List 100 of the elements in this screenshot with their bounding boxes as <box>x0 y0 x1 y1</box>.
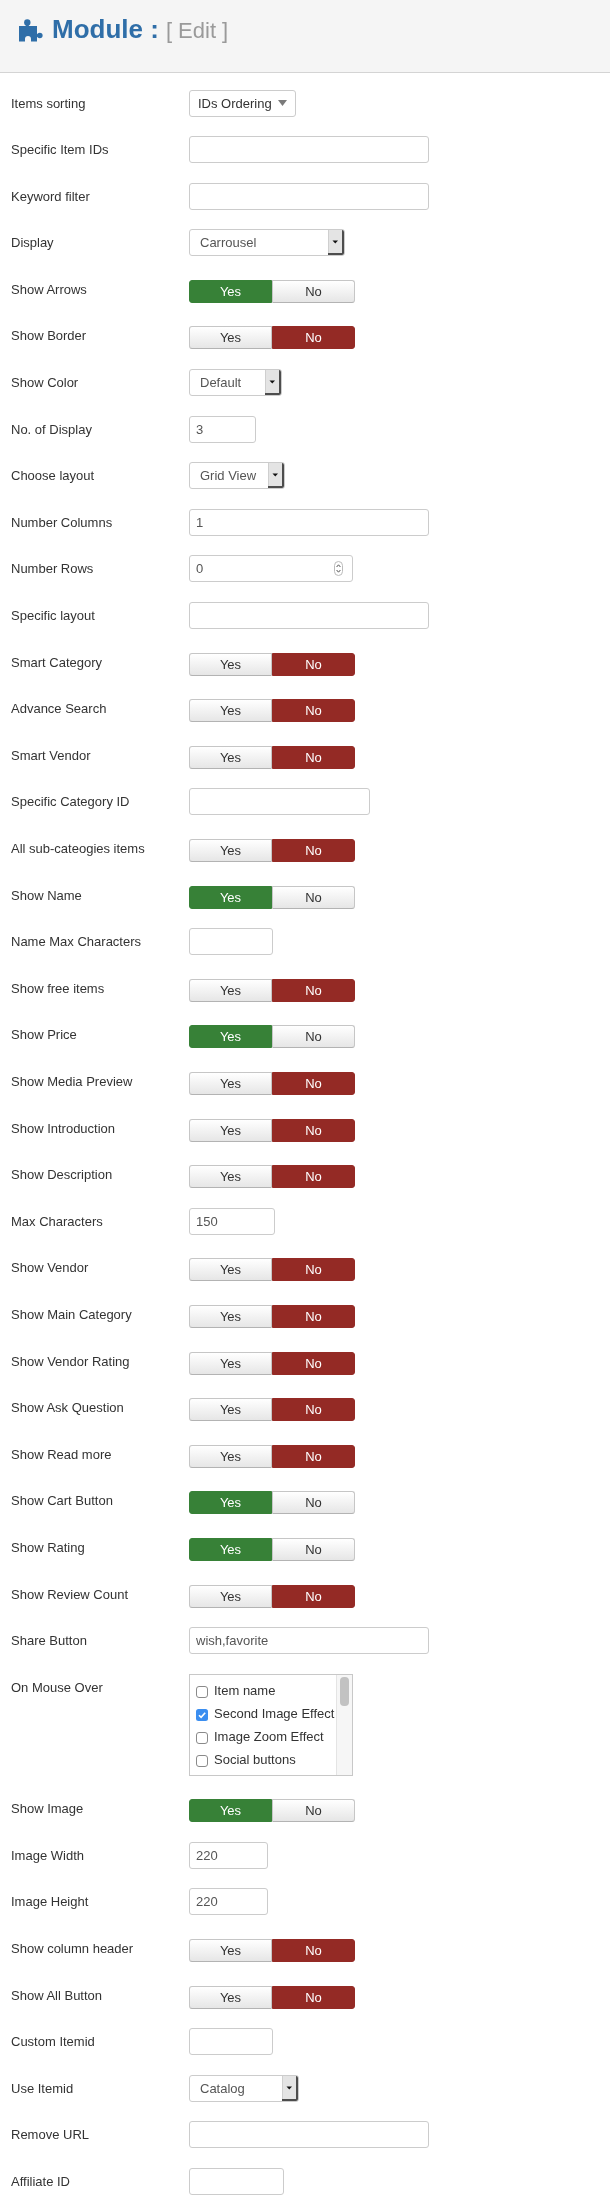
toggle-button[interactable]: Yes <box>189 699 272 723</box>
number-field[interactable]: 0 <box>189 555 353 583</box>
checkbox[interactable] <box>196 1755 208 1768</box>
toggle-button[interactable]: No <box>272 1537 355 1561</box>
select-dropdown[interactable]: Carrousel <box>189 229 345 257</box>
input-field[interactable] <box>189 928 273 956</box>
toggle-button[interactable]: No <box>272 699 355 723</box>
field-label: Show Vendor <box>11 1259 90 1278</box>
input-field[interactable] <box>189 2168 284 2196</box>
toggle-button[interactable]: No <box>272 652 355 676</box>
toggle-button[interactable]: No <box>272 1985 355 2009</box>
toggle-button[interactable]: Yes <box>189 978 272 1002</box>
toggle-button[interactable]: Yes <box>189 1071 272 1095</box>
input-field[interactable]: 150 <box>189 1207 275 1235</box>
field-label: Show Vendor Rating <box>11 1352 131 1371</box>
toggle-button[interactable]: No <box>272 1258 355 1282</box>
toggle-button[interactable]: Yes <box>189 1165 272 1189</box>
toggle-button[interactable]: No <box>272 1165 355 1189</box>
field-label: All sub-cateogies items <box>11 840 146 858</box>
input-field[interactable] <box>189 182 429 210</box>
toggle-button[interactable]: Yes <box>189 279 272 303</box>
toggle-button[interactable]: No <box>272 1799 355 1823</box>
input-field[interactable]: 220 <box>189 1841 268 1869</box>
toggle-button[interactable]: Yes <box>189 745 272 769</box>
toggle-button[interactable]: No <box>272 279 355 303</box>
toggle-button[interactable]: Yes <box>189 885 272 909</box>
checklist-box[interactable]: Item name Second Image Effect Image Zoom Effect Social buttons <box>189 1673 353 1776</box>
toggle-button[interactable]: No <box>272 839 355 862</box>
toggle-button[interactable]: Yes <box>189 1444 272 1468</box>
field-label: Show Border <box>11 327 88 346</box>
field-label: Show Image <box>11 1800 85 1819</box>
checkbox[interactable] <box>196 1732 208 1745</box>
field-label: Show All Button <box>11 1986 104 2005</box>
select-dropdown[interactable]: Grid View <box>189 462 285 490</box>
input-field[interactable]: wish,favorite <box>189 1627 429 1655</box>
toggle-button[interactable]: No <box>272 1071 355 1095</box>
option-label: Item name <box>214 1683 276 1699</box>
spinner-icon[interactable] <box>334 561 343 577</box>
toggle-button[interactable]: No <box>272 978 355 1002</box>
toggle-button[interactable]: Yes <box>189 1537 272 1561</box>
input-field[interactable] <box>189 2121 429 2149</box>
field-label: Show Introduction <box>11 1119 117 1138</box>
field-label: Show Main Category <box>11 1305 133 1324</box>
field-label: Smart Category <box>11 653 104 672</box>
caret-icon <box>278 100 287 106</box>
toggle-button[interactable]: Yes <box>189 326 272 350</box>
toggle-button[interactable]: Yes <box>189 1258 272 1282</box>
toggle-button[interactable]: No <box>272 885 355 909</box>
toggle-button[interactable]: Yes <box>189 1118 272 1142</box>
toggle-button[interactable]: No <box>272 326 355 350</box>
toggle-button[interactable]: Yes <box>189 1491 272 1515</box>
toggle-button[interactable]: No <box>272 1491 355 1515</box>
field-label: Name Max Characters <box>11 933 143 952</box>
toggle-button[interactable]: Yes <box>189 652 272 676</box>
caret-icon <box>265 370 281 396</box>
field-label: Show Cart Button <box>11 1492 114 1511</box>
toggle-button[interactable]: Yes <box>189 1584 272 1608</box>
field-label: Show free items <box>11 979 106 998</box>
toggle-button[interactable]: Yes <box>189 1939 272 1963</box>
field-label: Show Review Count <box>11 1585 130 1604</box>
toggle-button[interactable]: Yes <box>189 1025 272 1049</box>
toggle-button[interactable]: Yes <box>189 1304 272 1328</box>
field-label: Items sorting <box>11 94 87 113</box>
field-label: Show Price <box>11 1026 78 1045</box>
field-label: Show Description <box>11 1166 114 1185</box>
toggle-button[interactable]: Yes <box>189 839 272 862</box>
select-dropdown[interactable]: IDs Ordering <box>189 89 296 117</box>
scrollbar-thumb[interactable] <box>340 1676 349 1706</box>
input-field[interactable]: 3 <box>189 415 256 443</box>
toggle-button[interactable]: No <box>272 745 355 769</box>
toggle-button[interactable]: Yes <box>189 1985 272 2009</box>
select-dropdown[interactable]: Default <box>189 369 282 397</box>
toggle-button[interactable]: Yes <box>189 1799 272 1823</box>
toggle-button[interactable]: Yes <box>189 1351 272 1375</box>
toggle-button[interactable]: No <box>272 1939 355 1963</box>
toggle-button[interactable]: No <box>272 1118 355 1142</box>
page-subtitle: [ Edit ] <box>165 17 229 45</box>
select-dropdown[interactable]: Catalog <box>189 2074 299 2102</box>
input-field[interactable] <box>189 602 429 630</box>
checkbox[interactable] <box>196 1686 208 1699</box>
field-label: On Mouse Over <box>11 1678 104 1697</box>
toggle-button[interactable]: No <box>272 1351 355 1375</box>
caret-icon <box>328 230 344 256</box>
input-field[interactable] <box>189 788 370 816</box>
toggle-button[interactable]: No <box>272 1444 355 1468</box>
input-field[interactable] <box>189 136 429 164</box>
toggle-button[interactable]: No <box>272 1584 355 1608</box>
field-label: Show Name <box>11 886 83 905</box>
puzzle-icon <box>18 18 43 42</box>
toggle-button[interactable]: No <box>272 1304 355 1328</box>
toggle-button[interactable]: Yes <box>189 1398 272 1422</box>
page-title: Module : <box>52 14 159 44</box>
input-field[interactable] <box>189 2028 273 2056</box>
input-field[interactable]: 220 <box>189 1888 268 1916</box>
checkbox[interactable] <box>196 1709 208 1722</box>
toggle-button[interactable]: No <box>272 1398 355 1422</box>
toggle-button[interactable]: No <box>272 1025 355 1049</box>
input-field[interactable]: 1 <box>189 508 429 536</box>
field-label: Use Itemid <box>11 2079 75 2098</box>
field-label: Number Columns <box>11 513 114 532</box>
